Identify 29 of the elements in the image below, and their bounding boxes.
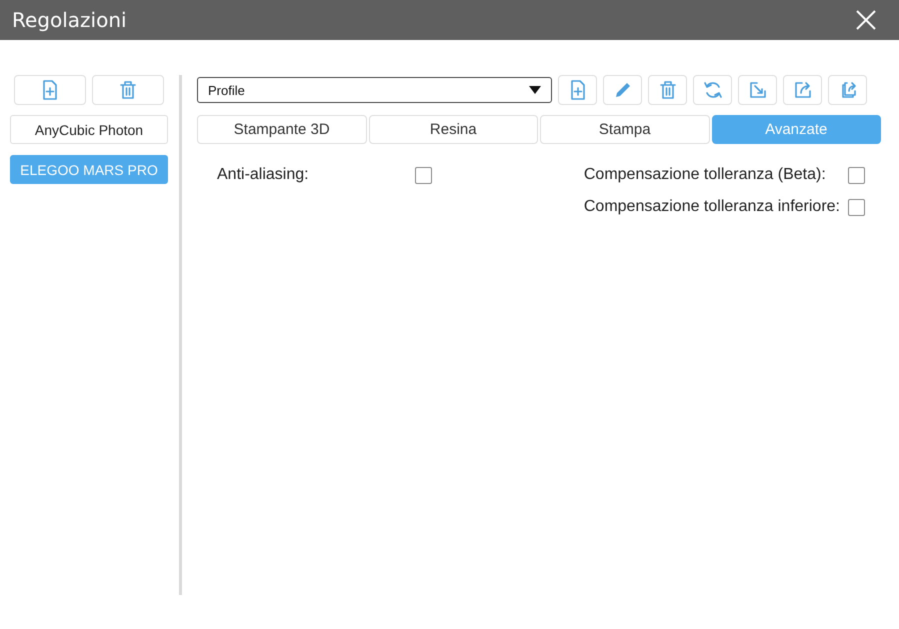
stacked-box-arrow-button[interactable]: [828, 75, 867, 105]
trash-icon: [658, 80, 678, 100]
box-arrow-in-icon: [748, 80, 768, 100]
option-label: Anti-aliasing:: [217, 166, 309, 184]
profile-dropdown[interactable]: Profile: [197, 77, 552, 103]
window-title: Regolazioni: [12, 8, 127, 32]
box-arrow-in-button[interactable]: [738, 75, 777, 105]
option-label: Compensazione tolleranza (Beta):: [584, 166, 826, 184]
refresh-icon: [702, 80, 722, 100]
document-plus-button[interactable]: [14, 75, 86, 105]
caret-icon: [529, 86, 541, 94]
trash-button[interactable]: [92, 75, 164, 105]
close-icon[interactable]: [855, 9, 877, 31]
tab[interactable]: Stampa: [540, 115, 710, 144]
option-label: Compensazione tolleranza inferiore:: [584, 198, 840, 216]
checkbox[interactable]: [415, 166, 432, 184]
pencil-button[interactable]: [603, 75, 642, 105]
box-arrow-out-icon: [792, 80, 812, 100]
document-plus-icon: [40, 80, 60, 100]
sidebar-item[interactable]: AnyCubic Photon: [10, 115, 168, 144]
tab[interactable]: Stampante 3D: [197, 115, 366, 144]
box-arrow-out-button[interactable]: [783, 75, 822, 105]
checkbox[interactable]: [848, 166, 865, 184]
trash-button[interactable]: [648, 75, 687, 105]
document-plus-button[interactable]: [558, 75, 597, 105]
trash-icon: [118, 80, 138, 100]
tab[interactable]: Resina: [368, 115, 538, 144]
checkbox[interactable]: [848, 198, 865, 216]
refresh-button[interactable]: [693, 75, 732, 105]
